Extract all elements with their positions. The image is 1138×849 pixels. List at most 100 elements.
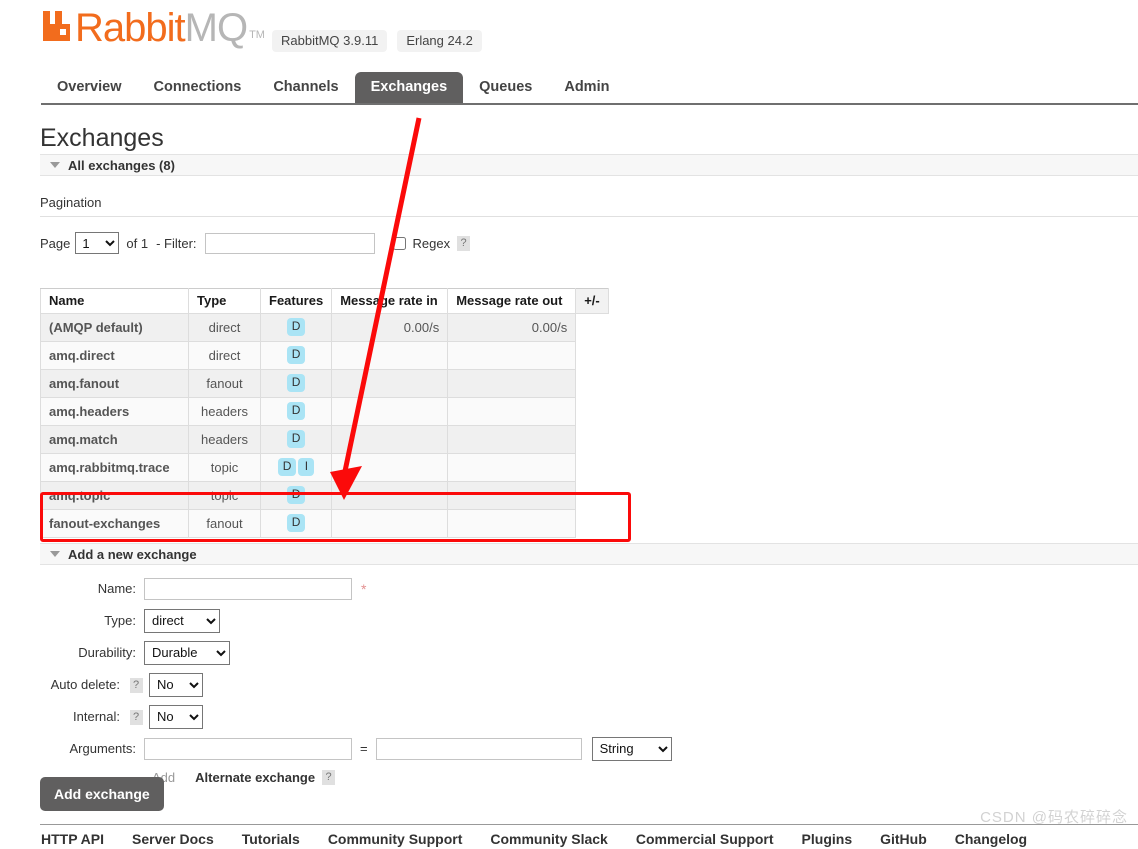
table-row[interactable]: amq.match headers D bbox=[40, 425, 609, 454]
cell-exchange-name[interactable]: amq.fanout bbox=[40, 369, 189, 398]
regex-checkbox[interactable] bbox=[392, 236, 406, 250]
cell-message-rate-out bbox=[447, 369, 577, 398]
add-exchange-section-header[interactable]: Add a new exchange bbox=[40, 543, 1138, 565]
cell-exchange-type: headers bbox=[188, 425, 261, 454]
argument-extra-row: Add Alternate exchange ? bbox=[152, 767, 672, 787]
name-label: Name: bbox=[97, 581, 136, 596]
table-row[interactable]: amq.direct direct D bbox=[40, 341, 609, 370]
cell-exchange-features: D bbox=[259, 397, 333, 426]
page-total-label: of 1 bbox=[126, 235, 149, 251]
auto-delete-select[interactable]: No bbox=[149, 672, 203, 697]
page-header: RabbitMQ TM RabbitMQ 3.9.11 Erlang 24.2 … bbox=[0, 0, 1138, 105]
exchange-name-input[interactable] bbox=[144, 577, 352, 600]
cell-message-rate-out bbox=[447, 453, 577, 482]
cell-exchange-type: fanout bbox=[188, 509, 261, 538]
footer-link-tutorials[interactable]: Tutorials bbox=[242, 831, 300, 847]
cell-exchange-type: headers bbox=[188, 397, 261, 426]
logo-trademark: TM bbox=[249, 29, 265, 41]
regex-help-icon[interactable]: ? bbox=[457, 235, 471, 251]
feature-badge: D bbox=[286, 402, 306, 420]
column-header-message-rate-in[interactable]: Message rate in bbox=[331, 288, 449, 314]
cell-exchange-name[interactable]: (AMQP default) bbox=[40, 313, 189, 342]
rabbitmq-logo[interactable]: RabbitMQ TM bbox=[41, 8, 265, 48]
tab-queues[interactable]: Queues bbox=[463, 72, 548, 104]
table-row[interactable]: amq.rabbitmq.trace topic D I bbox=[40, 453, 609, 482]
rabbitmq-management-page: RabbitMQ TM RabbitMQ 3.9.11 Erlang 24.2 … bbox=[0, 0, 1138, 849]
alternate-exchange-help-icon[interactable]: ? bbox=[322, 769, 336, 785]
column-header-features[interactable]: Features bbox=[259, 288, 333, 314]
add-exchange-section-label: Add a new exchange bbox=[68, 546, 197, 562]
internal-label: Internal: bbox=[73, 709, 120, 724]
csdn-watermark: CSDN @码农碎碎念 bbox=[980, 809, 1128, 826]
cell-message-rate-in bbox=[331, 425, 449, 454]
cell-exchange-name[interactable]: amq.match bbox=[40, 425, 189, 454]
required-marker: * bbox=[361, 580, 367, 597]
chevron-down-icon bbox=[50, 551, 60, 557]
logo-text-rabbit: Rabbit bbox=[75, 6, 186, 50]
argument-type-select[interactable]: String bbox=[591, 736, 672, 761]
all-exchanges-label: All exchanges (8) bbox=[68, 157, 175, 173]
regex-label: Regex bbox=[412, 235, 451, 251]
cell-exchange-name[interactable]: amq.rabbitmq.trace bbox=[40, 453, 189, 482]
footer-divider bbox=[40, 824, 1138, 825]
cell-exchange-features: D bbox=[259, 481, 333, 510]
cell-message-rate-in: 0.00/s bbox=[331, 313, 449, 342]
cell-exchange-features: D bbox=[259, 369, 333, 398]
main-nav-tabs: Overview Connections Channels Exchanges … bbox=[41, 71, 1138, 104]
cell-message-rate-out bbox=[447, 509, 577, 538]
rabbit-logo-icon bbox=[41, 9, 72, 43]
column-toggle-button[interactable]: +/- bbox=[575, 288, 609, 314]
table-header-row: Name Type Features Message rate in Messa… bbox=[40, 288, 609, 314]
column-header-message-rate-out[interactable]: Message rate out bbox=[447, 288, 577, 314]
tab-overview[interactable]: Overview bbox=[41, 72, 138, 104]
table-row[interactable]: amq.headers headers D bbox=[40, 397, 609, 426]
argument-key-input[interactable] bbox=[144, 737, 352, 760]
footer-link-github[interactable]: GitHub bbox=[880, 831, 927, 847]
cell-message-rate-out bbox=[447, 341, 577, 370]
column-header-type[interactable]: Type bbox=[188, 288, 261, 314]
footer-link-community-slack[interactable]: Community Slack bbox=[490, 831, 607, 847]
footer-link-plugins[interactable]: Plugins bbox=[802, 831, 853, 847]
tab-channels[interactable]: Channels bbox=[257, 72, 354, 104]
cell-exchange-features: D bbox=[259, 313, 333, 342]
argument-value-input[interactable] bbox=[375, 737, 582, 760]
durability-label: Durability: bbox=[78, 645, 136, 660]
durability-select[interactable]: Durable bbox=[144, 640, 230, 665]
alternate-exchange-label[interactable]: Alternate exchange bbox=[195, 770, 315, 785]
column-header-name[interactable]: Name bbox=[40, 288, 189, 314]
tab-connections[interactable]: Connections bbox=[138, 72, 258, 104]
cell-message-rate-in bbox=[331, 481, 449, 510]
page-select[interactable]: 1 bbox=[75, 232, 120, 254]
cell-message-rate-out bbox=[447, 425, 577, 454]
feature-badge: D bbox=[286, 514, 306, 532]
table-row[interactable]: fanout-exchanges fanout D bbox=[40, 509, 609, 538]
table-row[interactable]: amq.topic topic D bbox=[40, 481, 609, 510]
cell-message-rate-in bbox=[331, 453, 449, 482]
footer-link-changelog[interactable]: Changelog bbox=[955, 831, 1027, 847]
footer-link-community-support[interactable]: Community Support bbox=[328, 831, 463, 847]
footer-link-server-docs[interactable]: Server Docs bbox=[132, 831, 214, 847]
table-row[interactable]: (AMQP default) direct D 0.00/s 0.00/s bbox=[40, 313, 609, 342]
cell-exchange-name[interactable]: amq.direct bbox=[40, 341, 189, 370]
internal-select[interactable]: No bbox=[149, 704, 203, 729]
add-exchange-submit-button[interactable]: Add exchange bbox=[40, 777, 164, 811]
footer-link-commercial-support[interactable]: Commercial Support bbox=[636, 831, 774, 847]
feature-badge: D bbox=[286, 374, 306, 392]
argument-equals-sign: = bbox=[360, 741, 368, 756]
form-row-arguments: Arguments: = String bbox=[40, 735, 672, 762]
cell-message-rate-out bbox=[447, 397, 577, 426]
tab-admin[interactable]: Admin bbox=[548, 72, 625, 104]
exchange-type-select[interactable]: direct bbox=[144, 608, 220, 633]
internal-help-icon[interactable]: ? bbox=[129, 710, 143, 725]
auto-delete-help-icon[interactable]: ? bbox=[129, 678, 143, 693]
cell-exchange-name[interactable]: amq.topic bbox=[40, 481, 189, 510]
table-row[interactable]: amq.fanout fanout D bbox=[40, 369, 609, 398]
all-exchanges-section-header[interactable]: All exchanges (8) bbox=[40, 154, 1138, 176]
footer-link-http-api[interactable]: HTTP API bbox=[41, 831, 104, 847]
cell-exchange-name[interactable]: fanout-exchanges bbox=[40, 509, 189, 538]
filter-input[interactable] bbox=[204, 232, 375, 254]
cell-exchange-name[interactable]: amq.headers bbox=[40, 397, 189, 426]
cell-exchange-type: direct bbox=[188, 341, 261, 370]
cell-exchange-features: D bbox=[259, 341, 333, 370]
tab-exchanges[interactable]: Exchanges bbox=[354, 72, 464, 104]
